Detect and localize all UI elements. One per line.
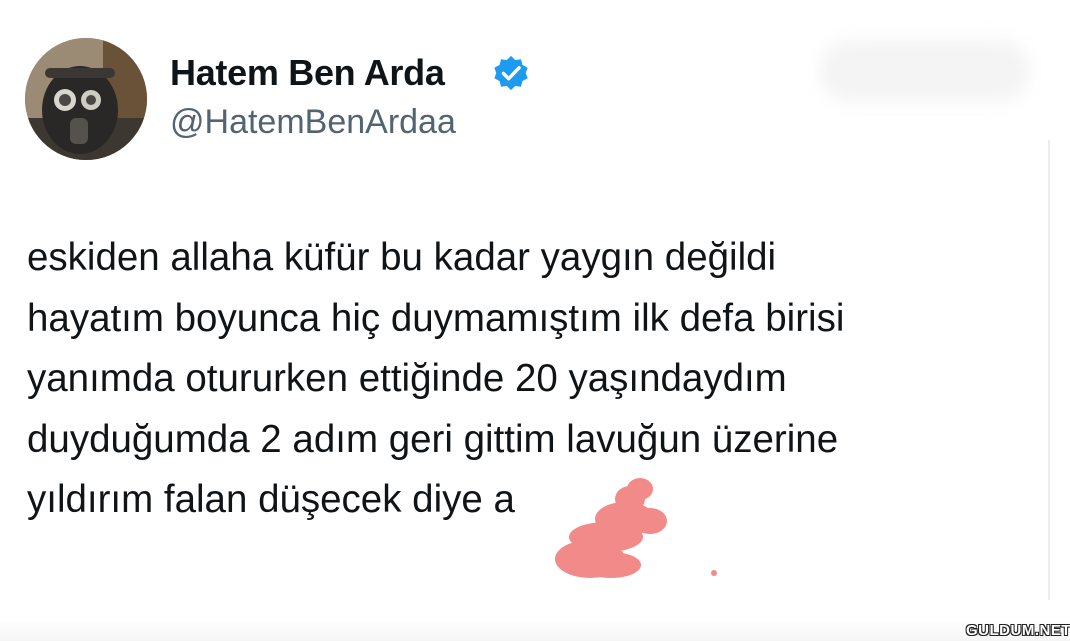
avatar[interactable] xyxy=(25,38,147,160)
user-handle[interactable]: @HatemBenArdaa xyxy=(170,103,456,142)
tweet-line: yıldırım falan düşecek diye a xyxy=(27,478,515,521)
tweet-card: Hatem Ben Arda @HatemBenArdaa eskiden al… xyxy=(0,0,1070,641)
watermark: GULDUM.NET xyxy=(966,622,1070,639)
tweet-line: yanımda otururken ettiğinde 20 yaşındayd… xyxy=(27,357,787,400)
verified-badge-icon xyxy=(494,55,528,91)
censor-scribble xyxy=(555,478,717,588)
display-name[interactable]: Hatem Ben Arda xyxy=(170,52,445,94)
tweet-line: duyduğumda 2 adım geri gittim lavuğun üz… xyxy=(27,417,839,461)
tweet-text: eskiden allaha küfür bu kadar yaygın değ… xyxy=(27,228,1037,531)
tweet-line: hayatım boyunca hiç duymamıştım ilk defa… xyxy=(27,296,845,340)
blurred-follow-area xyxy=(820,40,1030,102)
bottom-fade xyxy=(0,620,1070,641)
card-edge xyxy=(1048,140,1050,600)
tweet-line: eskiden allaha küfür bu kadar yaygın değ… xyxy=(27,236,777,279)
